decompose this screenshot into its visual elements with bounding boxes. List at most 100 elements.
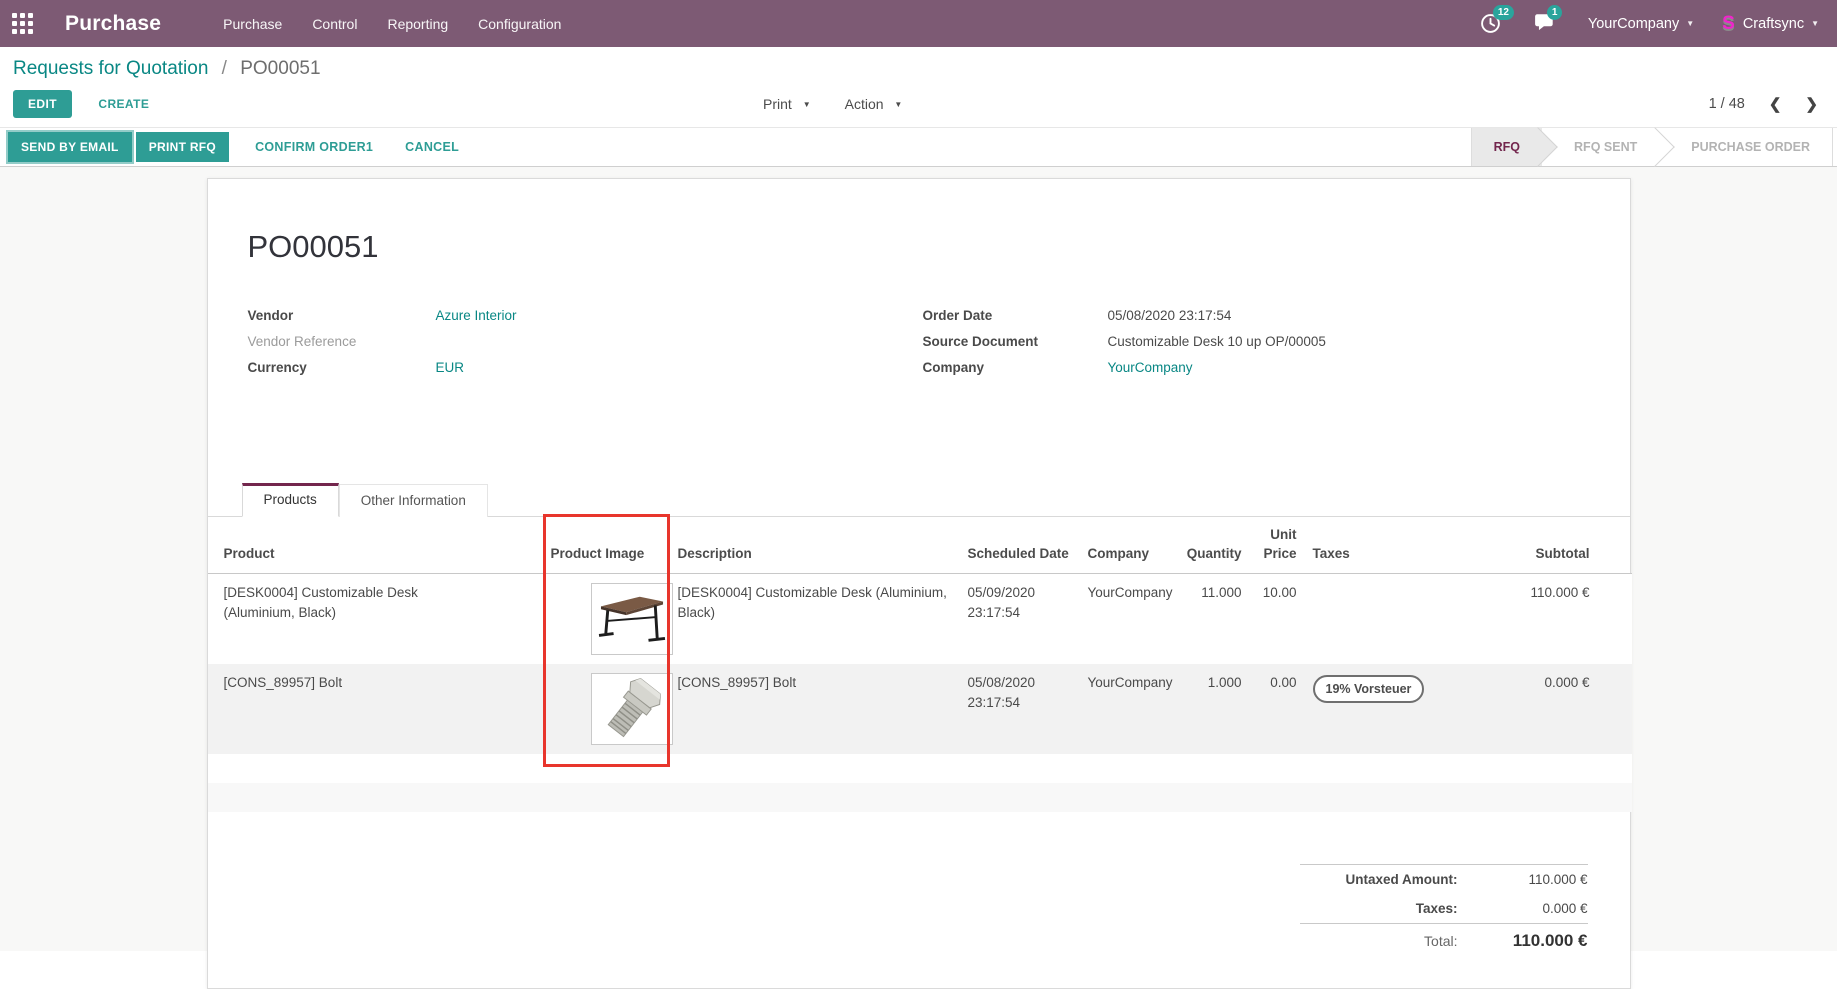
apps-grid-icon — [12, 13, 33, 34]
cell-description: [CONS_89957] Bolt — [670, 664, 960, 754]
pager: 1 / 48 ❮ ❯ — [1709, 95, 1824, 113]
taxes-value: 0.000 € — [1476, 901, 1588, 916]
empty-row — [208, 754, 1632, 783]
cell-quantity: 11.000 — [1175, 574, 1250, 665]
send-by-email-button[interactable]: SEND BY EMAIL — [8, 132, 132, 162]
field-label: Order Date — [923, 307, 1108, 325]
breadcrumb-parent-link[interactable]: Requests for Quotation — [13, 58, 208, 79]
confirm-order-button[interactable]: CONFIRM ORDER1 — [249, 139, 379, 155]
vendor-link[interactable]: Azure Interior — [436, 307, 517, 325]
action-menus: Print ▼ Action ▼ — [763, 96, 902, 112]
untaxed-amount-row: Untaxed Amount: 110.000 € — [1300, 864, 1588, 894]
print-menu[interactable]: Print ▼ — [763, 96, 811, 112]
edit-button[interactable]: EDIT — [13, 90, 72, 118]
field-label: Source Document — [923, 333, 1108, 351]
cell-scheduled-date: 05/09/2020 23:17:54 — [960, 574, 1080, 665]
field-vendor: Vendor Azure Interior — [248, 307, 923, 325]
col-subtotal: Subtotal — [1500, 517, 1632, 574]
cell-subtotal: 0.000 € — [1500, 664, 1632, 754]
status-step-label: RFQ — [1494, 140, 1520, 154]
print-menu-label: Print — [763, 96, 792, 112]
cell-product: [CONS_89957] Bolt — [208, 664, 543, 754]
menu-purchase[interactable]: Purchase — [223, 12, 282, 36]
cell-subtotal: 110.000 € — [1500, 574, 1632, 665]
totals-block: Untaxed Amount: 110.000 € Taxes: 0.000 €… — [1300, 864, 1588, 958]
pager-count[interactable]: 1 / 48 — [1709, 96, 1745, 112]
col-quantity: Quantity — [1175, 517, 1250, 574]
cancel-button[interactable]: CANCEL — [399, 139, 465, 155]
cell-taxes: 19% Vorsteuer — [1305, 664, 1500, 754]
field-currency: Currency EUR — [248, 359, 923, 377]
field-label: Currency — [248, 359, 436, 377]
form-sheet: PO00051 Vendor Azure Interior Vendor Ref… — [207, 178, 1631, 989]
total-row: Total: 110.000 € — [1300, 923, 1588, 958]
app-brand[interactable]: Purchase — [65, 12, 161, 36]
document-title: PO00051 — [248, 229, 1590, 265]
field-company: Company YourCompany — [923, 359, 1590, 377]
cell-product-image — [543, 574, 670, 665]
untaxed-amount-value: 110.000 € — [1476, 872, 1588, 887]
col-product: Product — [208, 517, 543, 574]
apps-menu-button[interactable] — [12, 13, 65, 34]
col-product-image: Product Image — [543, 517, 670, 574]
cell-product: [DESK0004] Customizable Desk (Aluminium,… — [208, 574, 543, 665]
col-company: Company — [1080, 517, 1175, 574]
tab-other-information[interactable]: Other Information — [339, 484, 488, 517]
status-step-label: PURCHASE ORDER — [1691, 140, 1810, 154]
order-date-value: 05/08/2020 23:17:54 — [1108, 307, 1232, 325]
menu-configuration[interactable]: Configuration — [478, 12, 561, 36]
user-avatar: S — [1722, 13, 1735, 35]
cell-unit-price: 10.00 — [1250, 574, 1305, 665]
pager-previous-button[interactable]: ❮ — [1769, 95, 1782, 113]
col-description: Description — [670, 517, 960, 574]
col-taxes: Taxes — [1305, 517, 1500, 574]
messages-menu-button[interactable]: 1 — [1534, 13, 1560, 35]
cell-company: YourCompany — [1080, 664, 1175, 754]
activity-count-badge: 12 — [1493, 5, 1514, 20]
field-vendor-reference: Vendor Reference — [248, 333, 923, 351]
field-source-document: Source Document Customizable Desk 10 up … — [923, 333, 1590, 351]
untaxed-amount-label: Untaxed Amount: — [1346, 872, 1458, 887]
user-menu[interactable]: S Craftsync ▼ — [1722, 13, 1819, 35]
notebook-tabs: Products Other Information — [208, 483, 1630, 517]
caret-down-icon: ▼ — [803, 100, 811, 109]
caret-down-icon: ▼ — [894, 100, 902, 109]
order-line-row[interactable]: [CONS_89957] Bolt — [208, 664, 1632, 754]
product-thumbnail — [591, 673, 673, 745]
table-header-row: Product Product Image Description Schedu… — [208, 517, 1632, 574]
statusbar: SEND BY EMAIL PRINT RFQ CONFIRM ORDER1 C… — [0, 127, 1837, 167]
company-name: YourCompany — [1588, 16, 1679, 32]
menu-reporting[interactable]: Reporting — [387, 12, 448, 36]
cell-quantity: 1.000 — [1175, 664, 1250, 754]
col-unit-price: Unit Price — [1250, 517, 1305, 574]
create-button[interactable]: CREATE — [92, 96, 155, 112]
pager-next-button[interactable]: ❯ — [1805, 95, 1818, 113]
company-link[interactable]: YourCompany — [1108, 359, 1193, 377]
currency-link[interactable]: EUR — [436, 359, 465, 377]
print-rfq-button[interactable]: PRINT RFQ — [136, 132, 229, 162]
user-name: Craftsync — [1743, 16, 1804, 32]
action-menu[interactable]: Action ▼ — [845, 96, 903, 112]
cell-scheduled-date: 05/08/2020 23:17:54 — [960, 664, 1080, 754]
status-step-label: RFQ SENT — [1574, 140, 1637, 154]
activity-menu-button[interactable]: 12 — [1480, 13, 1506, 35]
top-menu: Purchase Control Reporting Configuration — [223, 12, 561, 36]
product-thumbnail — [591, 583, 673, 655]
taxes-row: Taxes: 0.000 € — [1300, 894, 1588, 923]
field-label: Vendor — [248, 307, 436, 325]
company-switcher[interactable]: YourCompany ▼ — [1588, 16, 1694, 32]
menu-control[interactable]: Control — [312, 12, 357, 36]
caret-down-icon: ▼ — [1686, 19, 1694, 28]
order-lines-table: Product Product Image Description Schedu… — [208, 517, 1632, 812]
empty-row — [208, 783, 1632, 812]
control-panel: Requests for Quotation / PO00051 EDIT CR… — [0, 47, 1837, 127]
field-order-date: Order Date 05/08/2020 23:17:54 — [923, 307, 1590, 325]
total-label: Total: — [1424, 933, 1457, 949]
field-label: Company — [923, 359, 1108, 377]
breadcrumb-separator: / — [222, 58, 227, 79]
status-step-purchase-order[interactable]: PURCHASE ORDER — [1659, 128, 1832, 166]
tab-products[interactable]: Products — [242, 483, 339, 517]
order-line-row[interactable]: [DESK0004] Customizable Desk (Aluminium,… — [208, 574, 1632, 665]
status-step-rfq-sent[interactable]: RFQ SENT — [1542, 128, 1659, 166]
status-step-rfq[interactable]: RFQ — [1472, 128, 1542, 166]
